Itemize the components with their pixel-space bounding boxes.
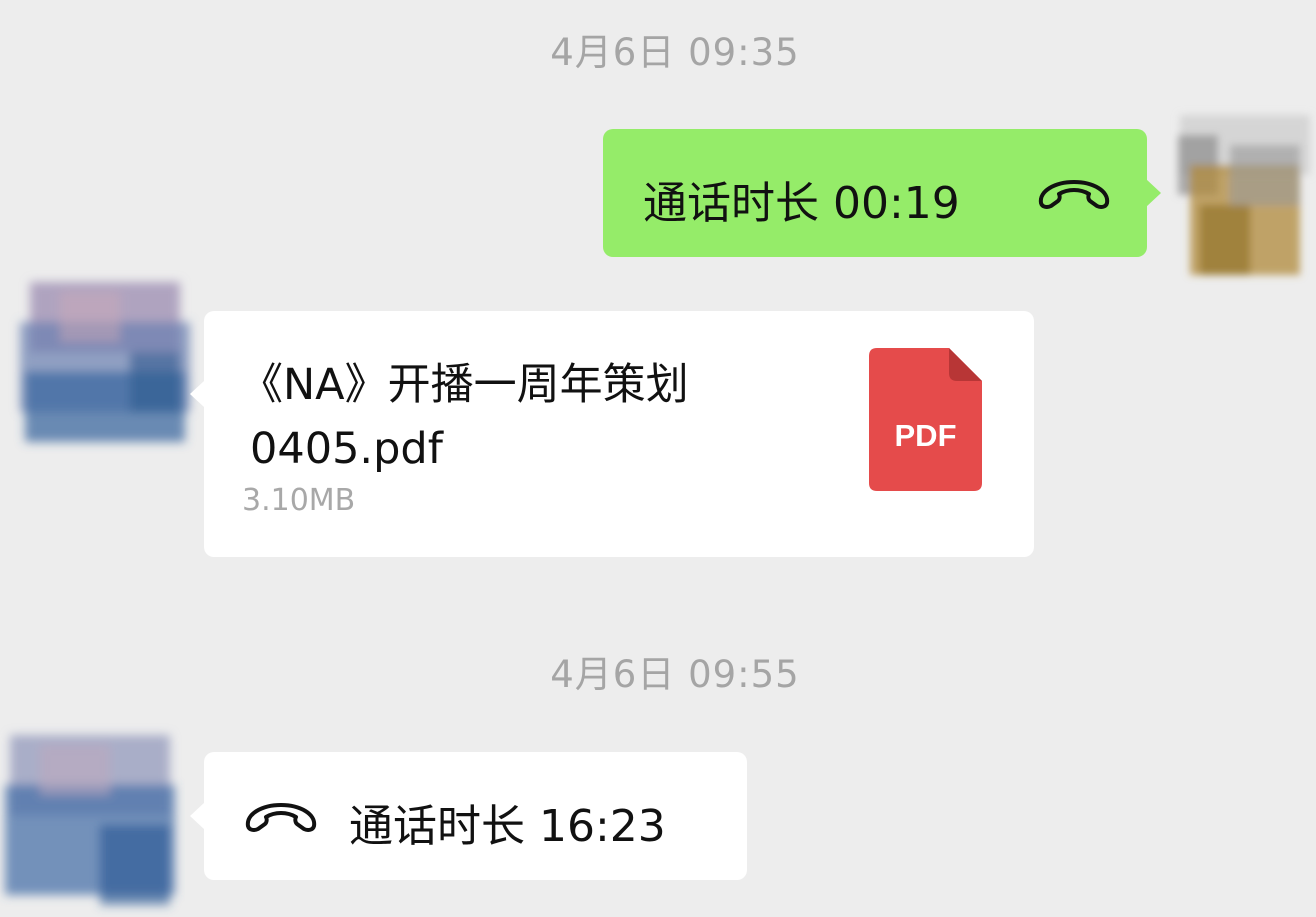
incoming-call-bubble[interactable]: 通话时长 16:23 [190, 752, 747, 880]
bubble-tail [190, 381, 204, 407]
phone-hangup-icon [242, 800, 320, 838]
message-timestamp: 4月6日 09:55 [550, 653, 800, 696]
call-duration-text: 通话时长 00:19 [643, 178, 960, 229]
contact-avatar[interactable] [0, 705, 185, 917]
file-message-bubble[interactable]: 《NA》开播一周年策划 0405.pdf 3.10MB PDF [190, 311, 1034, 557]
contact-avatar[interactable] [0, 262, 200, 477]
outgoing-call-bubble[interactable]: 通话时长 00:19 [603, 129, 1161, 257]
message-timestamp: 4月6日 09:35 [550, 31, 800, 74]
bubble-tail [1146, 179, 1161, 207]
pdf-label: PDF [894, 418, 957, 453]
file-name-line-2: 0405.pdf [250, 424, 443, 474]
file-name: 《NA》开播一周年策划 0405.pdf [240, 353, 840, 481]
call-duration-text: 通话时长 16:23 [349, 801, 666, 852]
file-name-line-1: 《NA》开播一周年策划 [240, 360, 689, 410]
bubble-tail [190, 802, 205, 830]
file-size: 3.10MB [242, 483, 356, 518]
phone-hangup-icon [1035, 177, 1113, 215]
self-avatar[interactable] [1170, 95, 1316, 295]
